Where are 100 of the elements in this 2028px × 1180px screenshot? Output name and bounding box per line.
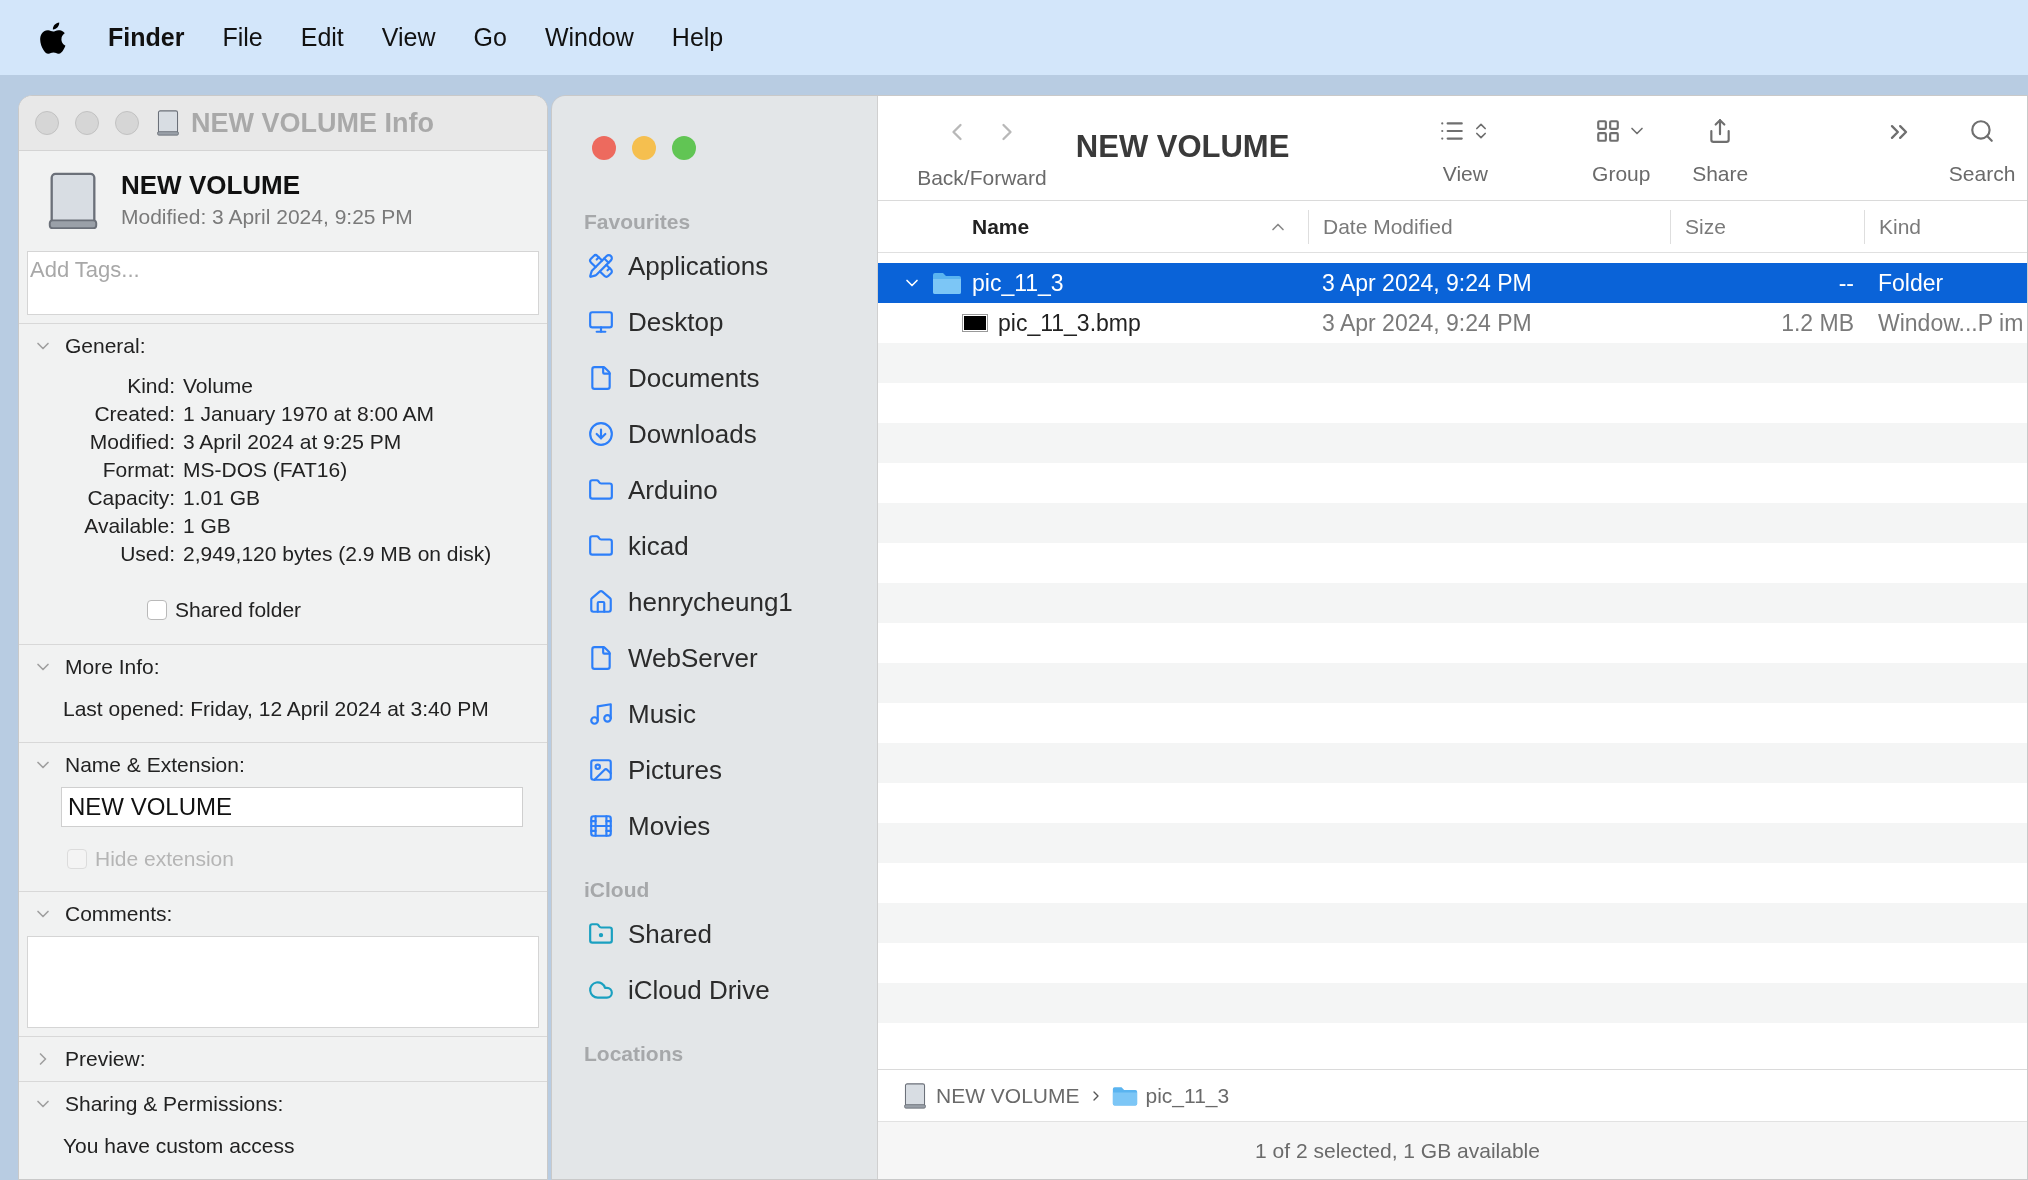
minimize-button[interactable]	[632, 136, 656, 160]
date-cell-text: 3 Apr 2024, 9:24 PM	[1321, 268, 1533, 298]
property-label: Modified:	[88, 429, 175, 455]
toolbar-label: Group	[1592, 161, 1651, 187]
sidebar-item[interactable]: Downloads	[552, 406, 877, 462]
close-button[interactable]	[592, 136, 616, 160]
checkbox-label: Hide extension	[95, 846, 234, 872]
column-header[interactable]: Name	[878, 209, 1308, 244]
property-value: 3 April 2024 at 9:25 PM	[183, 429, 403, 455]
grid-icon	[1595, 118, 1622, 144]
volume-name: NEW VOLUME	[121, 169, 302, 202]
download-icon	[588, 421, 614, 447]
window-control[interactable]	[75, 110, 99, 135]
name-field[interactable]: NEW VOLUME	[61, 787, 523, 827]
window-control[interactable]	[35, 110, 59, 135]
sidebar-item[interactable]: Music	[552, 686, 877, 742]
apple-logo-icon[interactable]	[40, 21, 66, 54]
size-cell-text: 1.2 MB	[1780, 308, 1855, 338]
modified-date: Modified: 3 April 2024, 9:25 PM	[121, 204, 413, 231]
kind-cell-text: Window...P im	[1877, 308, 2025, 338]
menu-item[interactable]: Help	[671, 18, 724, 57]
path-item[interactable]: NEW VOLUME	[936, 1079, 1080, 1112]
sidebar-item[interactable]: WebServer	[552, 630, 877, 686]
checkbox-label: Shared folder	[175, 597, 302, 623]
search-icon[interactable]	[1969, 118, 1996, 144]
sidebar-heading: iCloud	[583, 877, 651, 903]
picture-icon	[588, 757, 614, 783]
zoom-button[interactable]	[672, 136, 696, 160]
menu-item[interactable]: Window	[544, 18, 634, 57]
sidebar-item[interactable]: Arduino	[552, 462, 877, 518]
sidebar-item[interactable]: kicad	[552, 518, 877, 574]
section-title: Preview:	[65, 1045, 146, 1072]
property-label: Capacity:	[86, 485, 175, 511]
info-text: Last opened: Friday, 12 April 2024 at 3:40 PM	[63, 696, 489, 720]
status-text: 1 of 2 selected, 1 GB available	[1255, 1137, 1540, 1164]
sidebar-heading: Locations	[583, 1041, 685, 1067]
property-value: 2,949,120 bytes (2.9 MB on disk)	[183, 541, 493, 567]
property-label: Created:	[93, 401, 175, 427]
sidebar-heading: Favourites	[583, 209, 692, 235]
film-icon	[588, 813, 614, 839]
document-icon	[588, 645, 614, 671]
menu-item[interactable]: File	[222, 18, 263, 57]
image-file-icon	[962, 314, 988, 332]
column-header[interactable]: Size	[1670, 209, 1864, 244]
window-control[interactable]	[115, 110, 139, 135]
toolbar-label: Share	[1692, 161, 1749, 187]
folder-icon	[588, 533, 614, 559]
sidebar-item[interactable]: Desktop	[552, 294, 877, 350]
sidebar-item[interactable]: Applications	[552, 238, 877, 294]
column-header[interactable]: Date Modified	[1308, 209, 1670, 244]
sidebar-item[interactable]: Shared	[552, 906, 877, 962]
shared-folder-icon	[588, 921, 614, 947]
property-label: Available:	[83, 513, 175, 539]
property-label: Format:	[101, 457, 175, 483]
comments-field[interactable]	[27, 935, 539, 1028]
property-label: Kind:	[126, 373, 175, 399]
section-title: Name & Extension:	[65, 752, 245, 779]
section-title: More Info:	[65, 653, 160, 680]
property-value: 1.01 GB	[183, 485, 262, 511]
sidebar-item[interactable]: Documents	[552, 350, 877, 406]
checkbox[interactable]	[147, 599, 167, 620]
kind-cell-text: Folder	[1877, 268, 1945, 298]
menu-item[interactable]: Go	[473, 18, 507, 57]
drive-icon	[155, 108, 181, 137]
menu-item[interactable]: Edit	[300, 18, 344, 57]
path-item[interactable]: pic_11_3	[1145, 1079, 1230, 1112]
sidebar-item[interactable]: Movies	[552, 798, 877, 854]
tags-field[interactable]: Add Tags...	[27, 251, 539, 315]
sidebar-item[interactable]: henrycheung1	[552, 574, 877, 630]
section-title: Sharing & Permissions:	[65, 1090, 284, 1117]
section-title: General:	[65, 333, 146, 360]
app-menu[interactable]: Finder	[108, 18, 185, 57]
property-value: 1 GB	[183, 513, 232, 539]
property-value: Volume	[183, 373, 255, 399]
house-icon	[588, 589, 614, 615]
sidebar-item[interactable]: Pictures	[552, 742, 877, 798]
toolbar-label: Search	[1948, 161, 2016, 187]
window-title: NEW VOLUME	[1075, 128, 1291, 166]
column-header[interactable]: Kind	[1864, 209, 2027, 244]
menu-item[interactable]: View	[381, 18, 436, 57]
pencil-ruler-icon	[588, 253, 614, 279]
folder-icon	[1111, 1084, 1138, 1107]
property-value: 1 January 1970 at 8:00 AM	[183, 401, 435, 427]
property-label: Used:	[119, 541, 175, 567]
window-title: NEW VOLUME Info	[191, 106, 434, 140]
file-name: pic_11_3.bmp	[998, 308, 1141, 338]
section-title: Comments:	[65, 900, 173, 927]
drive-icon	[902, 1081, 928, 1110]
toolbar-label: Back/Forward	[917, 165, 1047, 191]
property-value: MS-DOS (FAT16)	[183, 457, 349, 483]
toolbar-label: View	[1442, 161, 1488, 187]
music-note-icon	[588, 701, 614, 727]
document-icon	[588, 365, 614, 391]
file-name: pic_11_3	[972, 268, 1064, 298]
date-cell-text: 3 Apr 2024, 9:24 PM	[1321, 308, 1533, 338]
folder-icon	[588, 477, 614, 503]
monitor-icon	[588, 309, 614, 335]
file-row[interactable]: pic_11_3 3 Apr 2024, 9:24 PM -- Folder	[878, 263, 2027, 303]
info-text: You have custom access	[63, 1133, 295, 1157]
sidebar-item[interactable]: iCloud Drive	[552, 962, 877, 1018]
